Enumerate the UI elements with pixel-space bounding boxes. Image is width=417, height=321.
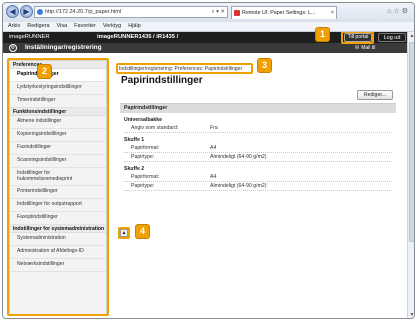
sidebar-item[interactable]: Administration af Afdelings-ID: [10, 246, 106, 259]
sidebar-section-title: Funktionsindstillinger: [10, 108, 106, 116]
setting-label: Papirtype:: [131, 183, 155, 189]
browser-tab[interactable]: Remote UI: Paper Settings: L... ×: [231, 6, 337, 19]
sidebar-section-title: Preferences: [10, 61, 106, 69]
sidebar-item[interactable]: Faxindstillinger: [10, 142, 106, 155]
setting-label: Angiv som standard:: [131, 125, 179, 131]
settings-group-title: Skuffe 1: [124, 137, 145, 143]
portal-button[interactable]: Till portal: [344, 33, 372, 42]
browser-home-favorites-settings-icon[interactable]: ⌂☆⚙: [387, 7, 410, 15]
scroll-down-icon[interactable]: ▼: [408, 311, 414, 318]
callout-1: 1: [316, 28, 329, 41]
sidebar-item[interactable]: Printerindstillinger: [10, 186, 106, 199]
device-model: imageRUNNER1435 / iR1435 /: [97, 34, 179, 40]
app-title: Inställningar/registrering: [25, 44, 102, 51]
address-url: http://172.24.20.7/p_paper.html: [45, 9, 122, 15]
settings-group-title: Universalbakke: [124, 117, 163, 123]
settings-row: Angiv som standard: Fra: [124, 124, 392, 133]
tab-title: Remote UI: Paper Settings: L...: [242, 10, 316, 16]
callout-3: 3: [258, 59, 271, 72]
sidebar-item[interactable]: Kopieringsindstillinger: [10, 129, 106, 142]
setting-value: Almindeligt (64-90 g/m2): [210, 183, 267, 189]
browser-toolbar: ◀ ▶ http://172.24.20.7/p_paper.html ⌕ ▾ …: [3, 3, 414, 22]
top-header: imageRUNNER imageRUNNER1435 / iR1435 / T…: [3, 32, 407, 43]
breadcrumb: Indstillinger/registrering: Preferences:…: [119, 66, 243, 72]
brand-label: imageRUNNER: [9, 34, 50, 40]
menu-item[interactable]: Visa: [57, 23, 68, 29]
menu-item[interactable]: Hjälp: [128, 23, 141, 29]
sidebar-item[interactable]: Netværksindstillinger: [10, 259, 106, 272]
settings-group-title: Skuffe 2: [124, 166, 145, 172]
sidebar-item[interactable]: Systemadministration: [10, 233, 106, 246]
page-title: Papirindstillinger: [121, 75, 203, 86]
setting-value: A4: [210, 145, 217, 151]
sidebar-item[interactable]: Scanningsindstillinger: [10, 155, 106, 168]
back-arrow-icon: ◀: [9, 7, 16, 16]
sidebar-item[interactable]: Faxoplindstillinger: [10, 212, 106, 225]
sidebar-section-title: Indstillinger for systemadministration: [10, 225, 106, 233]
menu-item[interactable]: Redigera: [27, 23, 49, 29]
setting-label: Papirtype:: [131, 154, 155, 160]
web-page: imageRUNNER imageRUNNER1435 / iR1435 / T…: [3, 32, 407, 318]
setting-value: Almindeligt (64-90 g/m2): [210, 154, 267, 160]
sidebar-item[interactable]: Indstillinger for hukommelsesmedieprint: [10, 168, 106, 186]
browser-window: ◀ ▶ http://172.24.20.7/p_paper.html ⌕ ▾ …: [2, 2, 415, 319]
setting-value: A4: [210, 174, 217, 180]
settings-row: Papirtype: Almindeligt (64-90 g/m2): [124, 182, 392, 191]
settings-gear-icon: ⚙: [9, 44, 17, 52]
setting-label: Papirformat:: [131, 174, 160, 180]
up-arrow-icon: ▲: [121, 230, 127, 236]
tab-close-icon[interactable]: ×: [331, 7, 334, 19]
vertical-scrollbar[interactable]: ▲ ▼: [407, 32, 414, 318]
sidebar-item[interactable]: Timerindstillinger: [10, 95, 106, 108]
browser-menu-bar: Arkiv Redigera Visa Favoriter Verktyg Hjälp: [3, 22, 414, 32]
settings-row: Papirformat: A4: [124, 144, 392, 153]
menu-item[interactable]: Verktyg: [103, 23, 121, 29]
back-button[interactable]: ◀: [6, 5, 19, 18]
menu-item[interactable]: Favoriter: [74, 23, 96, 29]
setting-value: Fra: [210, 125, 218, 131]
setting-label: Papirformat:: [131, 145, 160, 151]
menu-item[interactable]: Arkiv: [8, 23, 20, 29]
settings-row: Papirtype: Almindeligt (64-90 g/m2): [124, 153, 392, 162]
forward-arrow-icon: ▶: [23, 7, 30, 16]
callout-2: 2: [38, 65, 51, 78]
sidebar-item[interactable]: Papirindstillinger: [10, 69, 106, 82]
sidebar-item[interactable]: Lydstyrkestyringsindstillinger: [10, 82, 106, 95]
logout-button[interactable]: Log ud: [378, 33, 406, 42]
forward-button[interactable]: ▶: [20, 5, 33, 18]
callout-4: 4: [136, 225, 149, 238]
mail-admin-link[interactable]: Mail til systemadministratör: [355, 43, 407, 63]
settings-panel: Papirindstillinger Universalbakke Angiv s…: [120, 103, 396, 223]
scrollbar-thumb[interactable]: [409, 42, 414, 242]
back-to-top-button[interactable]: ▲: [120, 229, 128, 237]
edit-button[interactable]: Rediger...: [357, 90, 393, 100]
favicon-icon: [234, 10, 240, 16]
scroll-up-icon[interactable]: ▲: [408, 32, 414, 41]
panel-title: Papirindstillinger: [120, 104, 396, 113]
settings-row: Papirformat: A4: [124, 173, 392, 182]
address-tools-icon[interactable]: ⌕ ▾ ✕: [211, 7, 225, 17]
sidebar: PreferencesPapirindstillingerLydstyrkest…: [9, 60, 107, 315]
sidebar-item[interactable]: Almene indstillinger: [10, 116, 106, 129]
address-bar[interactable]: http://172.24.20.7/p_paper.html ⌕ ▾ ✕: [34, 6, 228, 18]
sidebar-item[interactable]: Indstillinger for outputrapport: [10, 199, 106, 212]
browser-logo-icon: [37, 9, 43, 15]
app-header: ⚙ Inställningar/registrering Mail til sy…: [3, 43, 407, 61]
